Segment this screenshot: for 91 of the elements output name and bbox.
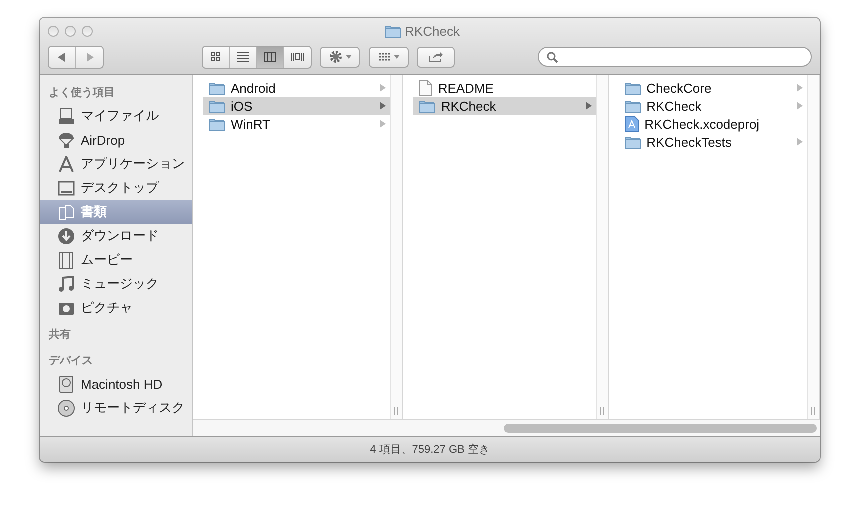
horizontal-scrollbar[interactable] [193, 419, 820, 436]
file-name: iOS [231, 98, 254, 114]
sidebar-item[interactable]: ミュージック [40, 272, 192, 296]
zoom-button[interactable] [82, 26, 93, 36]
sidebar-heading: 共有 [48, 328, 72, 343]
file-row[interactable]: README [413, 79, 596, 97]
share-button[interactable] [417, 46, 455, 68]
desktop-icon [58, 180, 75, 196]
sidebar-item[interactable]: リモートディスク [40, 396, 192, 420]
sidebar-item[interactable]: ピクチャ [40, 296, 192, 320]
folder-icon [209, 118, 225, 130]
icon-view-icon [209, 51, 223, 63]
folder-icon [624, 82, 641, 94]
minimize-button[interactable] [65, 26, 76, 36]
file-name: README [438, 80, 495, 96]
file-name: Android [231, 80, 277, 96]
sidebar-label: ミュージック [81, 275, 159, 293]
list-view-icon [236, 51, 250, 63]
folder-icon [419, 100, 436, 112]
download-icon [58, 228, 75, 244]
forward-icon [86, 52, 94, 62]
folder-icon [385, 24, 402, 38]
sidebar-label: ムービー [81, 251, 133, 269]
apps-icon [58, 156, 75, 172]
grip-icon [394, 407, 400, 415]
gear-icon [328, 50, 342, 64]
file-row[interactable]: iOS [203, 97, 390, 115]
sidebar-label: Macintosh HD [81, 376, 163, 392]
file-name: WinRT [231, 116, 272, 132]
sidebar-label: マイファイル [81, 107, 159, 125]
file-row[interactable]: WinRT [203, 115, 390, 133]
document-icon [419, 80, 432, 96]
grip-icon [600, 407, 605, 415]
file-name: CheckCore [646, 80, 713, 96]
sidebar-item[interactable]: ダウンロード [40, 224, 192, 248]
file-row[interactable]: RKCheck.xcodeproj [618, 115, 807, 133]
column-view-icon [263, 51, 277, 63]
folder-icon [209, 82, 225, 94]
search-icon [547, 52, 558, 62]
project-file-icon [624, 116, 639, 132]
folder-icon [209, 100, 225, 112]
file-name: RKCheck [646, 98, 703, 114]
parachute-icon [58, 132, 75, 148]
file-row[interactable]: RKCheckTests [618, 133, 807, 151]
file-row[interactable]: RKCheck [618, 97, 807, 115]
view-mode-button[interactable] [257, 46, 284, 68]
file-name: RKCheck.xcodeproj [644, 116, 761, 132]
grip-icon [811, 407, 816, 415]
grid-icon [378, 52, 390, 62]
close-button[interactable] [48, 26, 59, 36]
disc-icon [58, 400, 75, 416]
caret-icon [346, 55, 352, 59]
documents-icon [58, 204, 75, 220]
cover-flow-icon [290, 51, 304, 63]
sidebar-label: アプリケーション [81, 155, 185, 173]
sidebar-heading: デバイス [48, 354, 94, 369]
sidebar-label: ダウンロード [81, 227, 159, 245]
sidebar-label: 書類 [81, 203, 107, 221]
back-icon [58, 52, 66, 62]
file-name: RKCheck [441, 98, 498, 114]
sidebar-item[interactable]: Macintosh HD [40, 372, 192, 396]
drawer-icon [58, 108, 75, 124]
status-text: 4 項目、759.27 GB 空き [370, 442, 490, 457]
sidebar-item[interactable]: マイファイル [40, 104, 192, 128]
column-resize-handle[interactable] [807, 75, 819, 419]
folder-icon [624, 136, 641, 148]
sidebar-item[interactable]: AirDrop [40, 128, 192, 152]
sidebar-item[interactable]: デスクトップ [40, 176, 192, 200]
file-row[interactable]: RKCheck [413, 97, 596, 115]
sidebar-label: デスクトップ [81, 179, 159, 197]
arrange-menu-button[interactable] [369, 46, 409, 68]
file-row[interactable]: Android [203, 79, 390, 97]
sidebar-label: AirDrop [81, 132, 126, 148]
film-icon [58, 252, 75, 268]
sidebar-label: リモートディスク [81, 399, 185, 417]
file-row[interactable]: CheckCore [618, 79, 807, 97]
scroll-thumb[interactable] [504, 424, 817, 432]
file-name: RKCheckTests [646, 134, 733, 150]
sidebar-heading: よく使う項目 [48, 86, 116, 101]
music-note-icon [58, 276, 75, 292]
sidebar-item[interactable]: アプリケーション [40, 152, 192, 176]
action-menu-button[interactable] [320, 46, 360, 68]
window-title: RKCheck [405, 24, 460, 38]
search-field[interactable] [538, 47, 812, 67]
column-resize-handle[interactable] [596, 75, 608, 419]
sidebar-item[interactable]: ムービー [40, 248, 192, 272]
sidebar-label: ピクチャ [81, 299, 133, 317]
column-resize-handle[interactable] [390, 75, 402, 419]
share-icon [429, 51, 443, 63]
folder-icon [624, 100, 641, 112]
caret-icon [394, 55, 400, 59]
